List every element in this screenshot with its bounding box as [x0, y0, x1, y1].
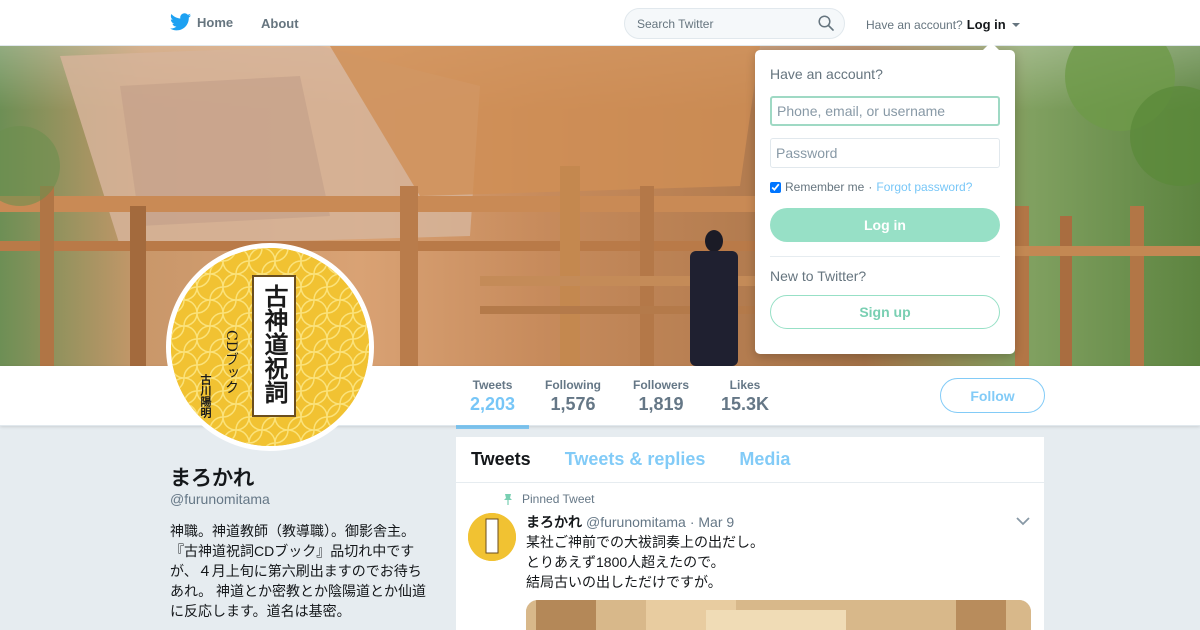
stat-likes[interactable]: Likes 15.3K	[721, 378, 769, 415]
profile-handle[interactable]: @furunomitama	[170, 491, 270, 507]
stat-followers[interactable]: Followers 1,819	[633, 378, 689, 415]
chevron-down-icon[interactable]	[1016, 516, 1030, 526]
pin-icon	[504, 494, 512, 505]
stat-value: 1,819	[638, 394, 684, 414]
tweet-text: 某社ご神前での大祓詞奏上の出だし。 とりあえず1800人超えたので。 結局古いの…	[526, 532, 1006, 592]
tab-tweets-replies[interactable]: Tweets & replies	[565, 449, 706, 470]
remember-checkbox[interactable]	[770, 181, 781, 193]
profile-avatar[interactable]: 古神道祝詞 CDブック 古川陽明	[166, 243, 374, 451]
divider	[770, 256, 1000, 257]
tweet-author-name[interactable]: まろかれ	[526, 512, 582, 532]
tweet-line: 結局古いの出しただけですが。	[526, 574, 722, 590]
tweet-header: まろかれ @furunomitama · Mar 9	[526, 512, 734, 532]
stat-value: 15.3K	[721, 394, 770, 414]
stat-label: Tweets	[472, 378, 513, 392]
login-menu-toggle[interactable]: Log in	[967, 17, 1006, 32]
tweet-line: とりあえず1800人超えたので。	[526, 554, 725, 570]
profile-name[interactable]: まろかれ	[170, 462, 254, 492]
dropdown-title: Have an account?	[770, 66, 883, 82]
avatar-title-text: 古神道祝詞	[260, 284, 289, 404]
nav-home-link[interactable]: Home	[170, 13, 233, 31]
remember-row: Remember me · Forgot password?	[770, 180, 1000, 194]
pinned-label: Pinned Tweet	[522, 492, 595, 506]
signup-button[interactable]: Sign up	[770, 295, 1000, 329]
stat-value: 2,203	[470, 394, 516, 414]
username-field[interactable]	[770, 96, 1000, 126]
twitter-bird-icon	[170, 13, 191, 31]
new-to-twitter-label: New to Twitter?	[770, 268, 867, 284]
stat-value: 1,576	[550, 394, 596, 414]
tweet-avatar[interactable]	[468, 513, 516, 561]
tweet-media-image[interactable]	[526, 600, 1031, 630]
timeline-tabs: Tweets Tweets & replies Media	[456, 437, 1044, 483]
account-prompt: Have an account? Log in	[866, 17, 1020, 32]
tab-tweets[interactable]: Tweets	[471, 449, 531, 470]
search-box	[624, 8, 845, 39]
stat-label: Likes	[729, 378, 761, 392]
pinned-indicator: Pinned Tweet	[502, 492, 595, 506]
login-button[interactable]: Log in	[770, 208, 1000, 242]
remember-label[interactable]: Remember me	[785, 180, 864, 194]
caret-down-icon[interactable]	[1011, 22, 1020, 27]
follow-button[interactable]: Follow	[940, 378, 1045, 413]
tweet-author-handle[interactable]: @furunomitama	[586, 514, 686, 530]
stat-following[interactable]: Following 1,576	[545, 378, 601, 415]
tweet-date[interactable]: · Mar 9	[690, 514, 734, 530]
stat-label: Followers	[633, 378, 690, 392]
nav-home-label: Home	[197, 14, 234, 30]
password-field[interactable]	[770, 138, 1000, 168]
search-icon[interactable]	[818, 15, 834, 31]
separator-dot: ·	[868, 180, 873, 194]
timeline: Tweets Tweets & replies Media Pinned Twe…	[456, 437, 1044, 630]
tab-media[interactable]: Media	[739, 449, 790, 470]
profile-bio: 神職。神道教師（教導職）。御影舎主。『古神道祝詞CDブック』品切れ中ですが、４月…	[170, 523, 427, 619]
stat-label: Following	[545, 378, 601, 392]
tweet-avatar-image	[468, 513, 516, 561]
avatar-author-text: 古川陽明	[199, 374, 212, 418]
have-account-label: Have an account?	[866, 17, 963, 32]
login-dropdown: Have an account? Remember me · Forgot pa…	[755, 42, 1015, 354]
nav-about-link[interactable]: About	[261, 16, 299, 31]
avatar-subtitle-text: CDブック	[223, 330, 239, 394]
tweet-line: 某社ご神前での大祓詞奏上の出だし。	[526, 534, 764, 550]
search-input[interactable]	[625, 9, 805, 38]
stat-tweets[interactable]: Tweets 2,203	[455, 378, 530, 429]
avatar-book-cover: 古神道祝詞 CDブック 古川陽明	[171, 248, 369, 446]
top-nav: Home About Have an account? Log in	[0, 0, 1200, 46]
forgot-password-link[interactable]: Forgot password?	[876, 180, 972, 194]
tweet-media-illustration	[526, 600, 1031, 630]
